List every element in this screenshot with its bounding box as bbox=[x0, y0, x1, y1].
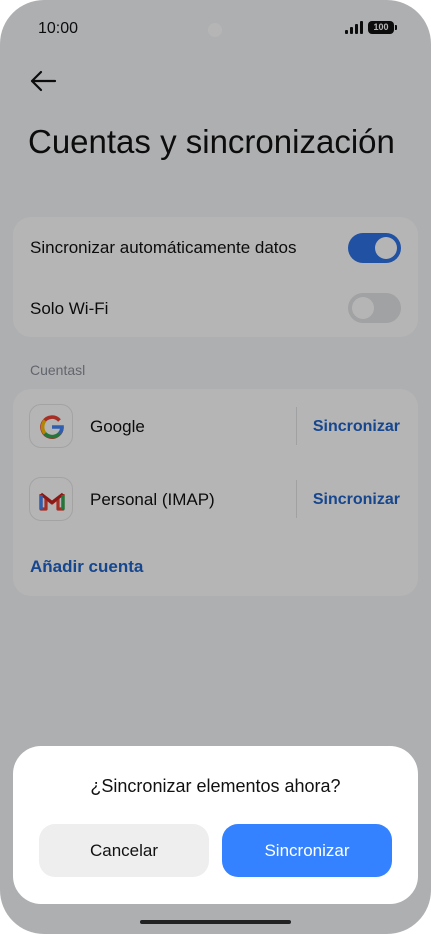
sync-now-button[interactable]: Sincronizar bbox=[222, 824, 392, 877]
dialog-title: ¿Sincronizar elementos ahora? bbox=[90, 776, 341, 796]
cancel-button[interactable]: Cancelar bbox=[39, 824, 209, 877]
sync-dialog: ¿Sincronizar elementos ahora? Cancelar S… bbox=[13, 746, 418, 904]
home-indicator[interactable] bbox=[140, 920, 291, 924]
phone-frame: 10:00 100 Cuentas y sincronización Sincr… bbox=[0, 0, 431, 934]
